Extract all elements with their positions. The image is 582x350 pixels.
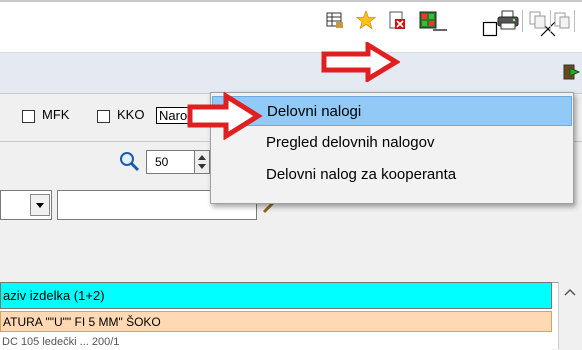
printer-icon[interactable] bbox=[497, 10, 519, 30]
zoom-input[interactable]: 50 bbox=[146, 150, 198, 174]
table-row[interactable]: ATURA ""U"" FI 5 MM" ŠOKO bbox=[0, 311, 552, 332]
favorite-star-icon[interactable] bbox=[355, 9, 377, 30]
maximize-icon bbox=[482, 21, 498, 37]
exit-icon[interactable] bbox=[562, 62, 582, 82]
toolbar-separator bbox=[550, 10, 551, 32]
paste-icon[interactable] bbox=[552, 10, 572, 30]
mfk-label: MFK bbox=[42, 107, 70, 122]
toolbar bbox=[0, 52, 582, 94]
grid-color-icon[interactable] bbox=[418, 10, 438, 30]
kko-checkbox[interactable] bbox=[97, 110, 110, 123]
chevron-down-icon bbox=[36, 203, 44, 208]
combo-dropdown-button[interactable] bbox=[30, 194, 50, 216]
vertical-scrollbar[interactable] bbox=[558, 282, 582, 349]
menu-item-pregled-delovnih-nalogov[interactable]: Pregled delovnih nalogov bbox=[212, 128, 572, 158]
title-bar-border bbox=[0, 0, 582, 2]
kko-label: KKO bbox=[117, 107, 145, 122]
table-header[interactable]: aziv izdelka (1+2) bbox=[0, 282, 552, 309]
zoom-stepper[interactable] bbox=[194, 150, 210, 174]
mfk-checkbox[interactable] bbox=[22, 110, 35, 123]
menu-item-delovni-nalogi[interactable]: Delovni nalogi bbox=[212, 96, 572, 126]
delete-document-icon[interactable] bbox=[387, 10, 407, 30]
zoom-icon[interactable] bbox=[118, 150, 140, 172]
toolbar-separator bbox=[522, 10, 523, 32]
stepper-arrows-icon bbox=[198, 155, 206, 169]
toolbar-separator bbox=[574, 10, 575, 32]
table-settings-icon[interactable] bbox=[325, 10, 345, 30]
table-row[interactable]: DC 105 ledečki ... 200/1 bbox=[0, 334, 552, 350]
menu-item-delovni-nalog-za-kooperanta[interactable]: Delovni nalog za kooperanta bbox=[212, 160, 572, 190]
annotation-arrow-icon bbox=[320, 42, 400, 82]
annotation-arrow-icon bbox=[186, 92, 266, 140]
copy-icon[interactable] bbox=[528, 10, 548, 30]
chevron-up-icon bbox=[564, 288, 576, 296]
